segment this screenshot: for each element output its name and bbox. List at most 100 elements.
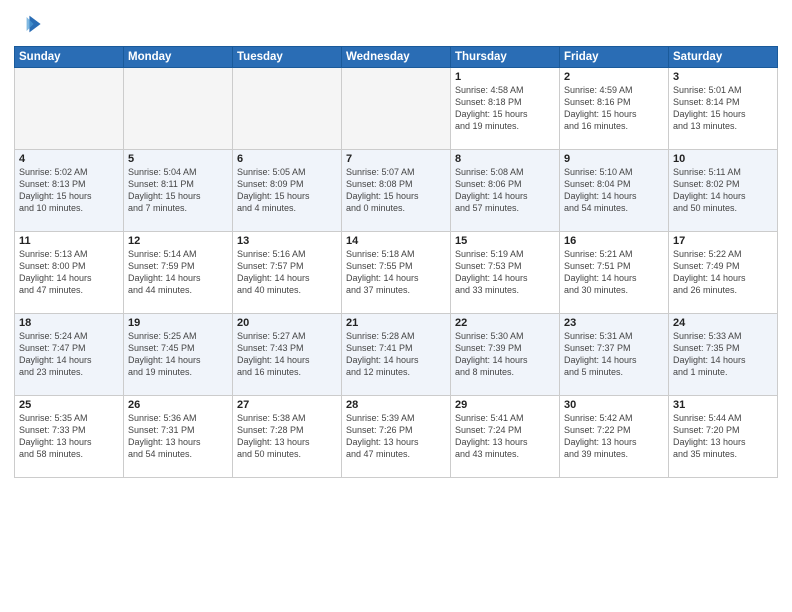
day-info: Sunrise: 5:16 AM Sunset: 7:57 PM Dayligh… [237, 248, 337, 297]
day-cell: 10Sunrise: 5:11 AM Sunset: 8:02 PM Dayli… [669, 150, 778, 232]
week-row-4: 18Sunrise: 5:24 AM Sunset: 7:47 PM Dayli… [15, 314, 778, 396]
header-thursday: Thursday [451, 47, 560, 68]
day-cell: 24Sunrise: 5:33 AM Sunset: 7:35 PM Dayli… [669, 314, 778, 396]
day-cell: 30Sunrise: 5:42 AM Sunset: 7:22 PM Dayli… [560, 396, 669, 478]
day-info: Sunrise: 5:24 AM Sunset: 7:47 PM Dayligh… [19, 330, 119, 379]
day-info: Sunrise: 5:44 AM Sunset: 7:20 PM Dayligh… [673, 412, 773, 461]
day-number: 23 [564, 317, 664, 329]
day-info: Sunrise: 5:42 AM Sunset: 7:22 PM Dayligh… [564, 412, 664, 461]
day-info: Sunrise: 5:30 AM Sunset: 7:39 PM Dayligh… [455, 330, 555, 379]
day-number: 17 [673, 235, 773, 247]
day-number: 1 [455, 71, 555, 83]
day-cell [342, 68, 451, 150]
day-number: 16 [564, 235, 664, 247]
day-info: Sunrise: 5:33 AM Sunset: 7:35 PM Dayligh… [673, 330, 773, 379]
day-number: 14 [346, 235, 446, 247]
calendar-header: SundayMondayTuesdayWednesdayThursdayFrid… [15, 47, 778, 68]
day-cell: 25Sunrise: 5:35 AM Sunset: 7:33 PM Dayli… [15, 396, 124, 478]
day-number: 21 [346, 317, 446, 329]
day-info: Sunrise: 5:14 AM Sunset: 7:59 PM Dayligh… [128, 248, 228, 297]
week-row-1: 1Sunrise: 4:58 AM Sunset: 8:18 PM Daylig… [15, 68, 778, 150]
day-cell: 5Sunrise: 5:04 AM Sunset: 8:11 PM Daylig… [124, 150, 233, 232]
day-number: 10 [673, 153, 773, 165]
day-info: Sunrise: 5:25 AM Sunset: 7:45 PM Dayligh… [128, 330, 228, 379]
day-info: Sunrise: 5:08 AM Sunset: 8:06 PM Dayligh… [455, 166, 555, 215]
day-cell: 14Sunrise: 5:18 AM Sunset: 7:55 PM Dayli… [342, 232, 451, 314]
day-cell: 22Sunrise: 5:30 AM Sunset: 7:39 PM Dayli… [451, 314, 560, 396]
logo [14, 10, 46, 38]
day-cell: 8Sunrise: 5:08 AM Sunset: 8:06 PM Daylig… [451, 150, 560, 232]
week-row-5: 25Sunrise: 5:35 AM Sunset: 7:33 PM Dayli… [15, 396, 778, 478]
day-cell: 16Sunrise: 5:21 AM Sunset: 7:51 PM Dayli… [560, 232, 669, 314]
day-cell: 23Sunrise: 5:31 AM Sunset: 7:37 PM Dayli… [560, 314, 669, 396]
day-cell [124, 68, 233, 150]
day-cell: 28Sunrise: 5:39 AM Sunset: 7:26 PM Dayli… [342, 396, 451, 478]
day-info: Sunrise: 5:19 AM Sunset: 7:53 PM Dayligh… [455, 248, 555, 297]
day-number: 9 [564, 153, 664, 165]
day-cell: 6Sunrise: 5:05 AM Sunset: 8:09 PM Daylig… [233, 150, 342, 232]
day-info: Sunrise: 5:07 AM Sunset: 8:08 PM Dayligh… [346, 166, 446, 215]
day-info: Sunrise: 5:10 AM Sunset: 8:04 PM Dayligh… [564, 166, 664, 215]
day-number: 6 [237, 153, 337, 165]
day-cell: 15Sunrise: 5:19 AM Sunset: 7:53 PM Dayli… [451, 232, 560, 314]
day-info: Sunrise: 5:38 AM Sunset: 7:28 PM Dayligh… [237, 412, 337, 461]
header-wednesday: Wednesday [342, 47, 451, 68]
header-sunday: Sunday [15, 47, 124, 68]
day-info: Sunrise: 4:59 AM Sunset: 8:16 PM Dayligh… [564, 84, 664, 133]
day-number: 25 [19, 399, 119, 411]
day-cell: 29Sunrise: 5:41 AM Sunset: 7:24 PM Dayli… [451, 396, 560, 478]
day-info: Sunrise: 5:41 AM Sunset: 7:24 PM Dayligh… [455, 412, 555, 461]
header-saturday: Saturday [669, 47, 778, 68]
week-row-2: 4Sunrise: 5:02 AM Sunset: 8:13 PM Daylig… [15, 150, 778, 232]
day-number: 12 [128, 235, 228, 247]
day-number: 5 [128, 153, 228, 165]
day-cell: 19Sunrise: 5:25 AM Sunset: 7:45 PM Dayli… [124, 314, 233, 396]
day-info: Sunrise: 5:01 AM Sunset: 8:14 PM Dayligh… [673, 84, 773, 133]
header [14, 10, 778, 38]
calendar-table: SundayMondayTuesdayWednesdayThursdayFrid… [14, 46, 778, 478]
day-number: 4 [19, 153, 119, 165]
logo-icon [14, 10, 42, 38]
header-row: SundayMondayTuesdayWednesdayThursdayFrid… [15, 47, 778, 68]
day-info: Sunrise: 5:04 AM Sunset: 8:11 PM Dayligh… [128, 166, 228, 215]
day-cell: 9Sunrise: 5:10 AM Sunset: 8:04 PM Daylig… [560, 150, 669, 232]
day-info: Sunrise: 5:36 AM Sunset: 7:31 PM Dayligh… [128, 412, 228, 461]
day-number: 3 [673, 71, 773, 83]
day-cell [15, 68, 124, 150]
day-info: Sunrise: 5:31 AM Sunset: 7:37 PM Dayligh… [564, 330, 664, 379]
day-number: 29 [455, 399, 555, 411]
day-info: Sunrise: 5:13 AM Sunset: 8:00 PM Dayligh… [19, 248, 119, 297]
day-cell: 1Sunrise: 4:58 AM Sunset: 8:18 PM Daylig… [451, 68, 560, 150]
day-cell: 2Sunrise: 4:59 AM Sunset: 8:16 PM Daylig… [560, 68, 669, 150]
day-number: 22 [455, 317, 555, 329]
day-number: 11 [19, 235, 119, 247]
day-info: Sunrise: 5:05 AM Sunset: 8:09 PM Dayligh… [237, 166, 337, 215]
day-number: 8 [455, 153, 555, 165]
day-number: 18 [19, 317, 119, 329]
header-friday: Friday [560, 47, 669, 68]
day-number: 15 [455, 235, 555, 247]
day-number: 7 [346, 153, 446, 165]
day-cell: 11Sunrise: 5:13 AM Sunset: 8:00 PM Dayli… [15, 232, 124, 314]
day-number: 27 [237, 399, 337, 411]
day-info: Sunrise: 5:35 AM Sunset: 7:33 PM Dayligh… [19, 412, 119, 461]
day-info: Sunrise: 5:21 AM Sunset: 7:51 PM Dayligh… [564, 248, 664, 297]
day-cell: 3Sunrise: 5:01 AM Sunset: 8:14 PM Daylig… [669, 68, 778, 150]
day-cell: 26Sunrise: 5:36 AM Sunset: 7:31 PM Dayli… [124, 396, 233, 478]
page: SundayMondayTuesdayWednesdayThursdayFrid… [0, 0, 792, 612]
day-info: Sunrise: 5:39 AM Sunset: 7:26 PM Dayligh… [346, 412, 446, 461]
day-info: Sunrise: 5:28 AM Sunset: 7:41 PM Dayligh… [346, 330, 446, 379]
day-cell: 18Sunrise: 5:24 AM Sunset: 7:47 PM Dayli… [15, 314, 124, 396]
day-info: Sunrise: 4:58 AM Sunset: 8:18 PM Dayligh… [455, 84, 555, 133]
header-tuesday: Tuesday [233, 47, 342, 68]
calendar-body: 1Sunrise: 4:58 AM Sunset: 8:18 PM Daylig… [15, 68, 778, 478]
day-number: 28 [346, 399, 446, 411]
day-number: 2 [564, 71, 664, 83]
day-cell [233, 68, 342, 150]
day-cell: 17Sunrise: 5:22 AM Sunset: 7:49 PM Dayli… [669, 232, 778, 314]
day-number: 13 [237, 235, 337, 247]
day-cell: 31Sunrise: 5:44 AM Sunset: 7:20 PM Dayli… [669, 396, 778, 478]
day-number: 26 [128, 399, 228, 411]
day-number: 20 [237, 317, 337, 329]
day-number: 30 [564, 399, 664, 411]
